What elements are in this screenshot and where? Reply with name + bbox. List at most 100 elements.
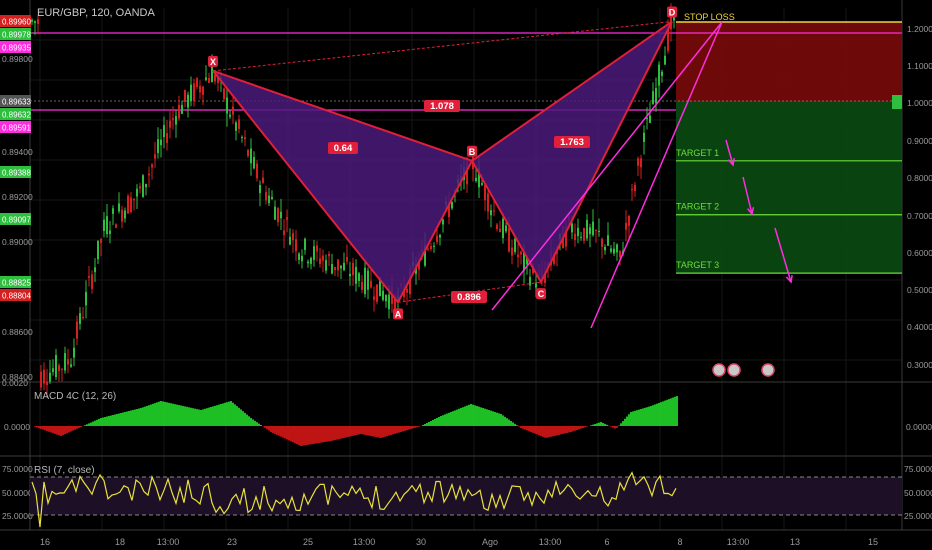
rsi-label: RSI (7, close)	[34, 465, 95, 476]
macd-bar	[434, 419, 436, 426]
candle-body	[571, 223, 573, 233]
macd-bar	[524, 426, 526, 430]
candle-body	[91, 274, 93, 289]
macd-bar	[342, 426, 344, 439]
candle-body	[133, 198, 135, 201]
macd-bar	[596, 423, 598, 426]
candle-body	[211, 65, 213, 83]
candle-body	[229, 114, 231, 117]
candle-body	[262, 177, 264, 183]
candle-body	[190, 84, 192, 101]
macd-bar	[330, 426, 332, 441]
macd-bar	[606, 424, 608, 426]
right-axis-tick: 0.4000	[907, 322, 932, 332]
candle-body	[586, 219, 588, 239]
macd-bar	[466, 405, 468, 426]
macd-bar	[44, 426, 46, 431]
x-axis-label: 13:00	[539, 537, 562, 547]
candle-body	[265, 192, 267, 201]
macd-bar	[268, 426, 270, 431]
macd-bar	[658, 402, 660, 426]
candle-body	[139, 186, 141, 189]
chart-canvas[interactable]: STOP LOSS TARGET 1 TARGET 2 TARGET 3 X A B C D 0.…	[0, 0, 932, 550]
macd-bar	[534, 426, 536, 434]
macd-bar	[476, 406, 478, 426]
macd-bar	[160, 401, 162, 426]
macd-bar	[486, 409, 488, 426]
candle-body	[256, 163, 258, 179]
macd-bar	[158, 401, 160, 426]
candle-body	[121, 209, 123, 222]
macd-bar	[246, 414, 248, 426]
macd-bar	[404, 426, 406, 431]
macd-bar	[218, 404, 220, 426]
candle-body	[376, 284, 378, 302]
macd-bar	[308, 426, 310, 445]
candle-body	[196, 78, 198, 88]
macd-bar	[508, 419, 510, 426]
candle-body	[286, 217, 288, 220]
macd-bar	[48, 426, 50, 432]
candle-body	[328, 253, 330, 257]
macd-bar	[162, 401, 164, 426]
candle-body	[76, 321, 78, 339]
candle-body	[310, 258, 312, 264]
candle-body	[46, 381, 48, 385]
macd-bar	[634, 410, 636, 426]
candle-body	[184, 89, 186, 102]
candle-body	[319, 258, 321, 265]
macd-bar	[316, 426, 318, 444]
candle-body	[67, 359, 69, 365]
candle-body	[205, 77, 207, 80]
macd-bar	[136, 409, 138, 426]
macd-bar	[96, 419, 98, 426]
x-axis-label: 16	[40, 537, 50, 547]
macd-bar	[132, 410, 134, 426]
price-badge: 0.89960	[2, 18, 31, 27]
macd-bar	[354, 426, 356, 436]
candle-body	[202, 86, 204, 95]
macd-bar	[616, 426, 618, 428]
macd-bar	[258, 423, 260, 426]
macd-bar	[288, 426, 290, 441]
macd-bar	[116, 414, 118, 426]
macd-bar	[372, 426, 374, 437]
macd-bar	[198, 409, 200, 426]
macd-bar	[450, 412, 452, 426]
macd-bar	[94, 420, 96, 426]
rsi-right-tick: 25.0000	[904, 511, 932, 521]
point-label-A: A	[395, 309, 402, 319]
macd-bar	[638, 409, 640, 426]
x-axis-label: Ago	[482, 537, 498, 547]
candle-body	[112, 208, 114, 214]
price-badge: 0.89633	[2, 98, 31, 107]
candle-body	[505, 225, 507, 232]
macd-bar	[410, 426, 412, 429]
candle-body	[574, 233, 576, 241]
x-axis-label: 23	[227, 537, 237, 547]
candle-body	[238, 119, 240, 129]
macd-bar	[206, 408, 208, 426]
macd-bar	[138, 408, 140, 426]
candle-body	[382, 290, 384, 300]
candle-body	[355, 266, 357, 284]
macd-bar	[584, 426, 586, 428]
macd-bar	[570, 426, 572, 432]
macd-bar	[286, 426, 288, 440]
event-icon	[761, 363, 775, 377]
event-icon	[727, 363, 741, 377]
candle-body	[292, 233, 294, 241]
macd-bar	[336, 426, 338, 440]
macd-bar	[458, 408, 460, 426]
candle-body	[250, 148, 252, 164]
candle-body	[661, 71, 663, 76]
macd-bar	[266, 426, 268, 430]
candle-body	[130, 197, 132, 213]
macd-bar	[274, 426, 276, 434]
candle-body	[64, 353, 66, 371]
candle-body	[52, 368, 54, 372]
right-axis-tick: 0.3000	[907, 360, 932, 370]
macd-bar	[334, 426, 336, 441]
macd-bar	[396, 426, 398, 434]
candle-body	[70, 364, 72, 367]
